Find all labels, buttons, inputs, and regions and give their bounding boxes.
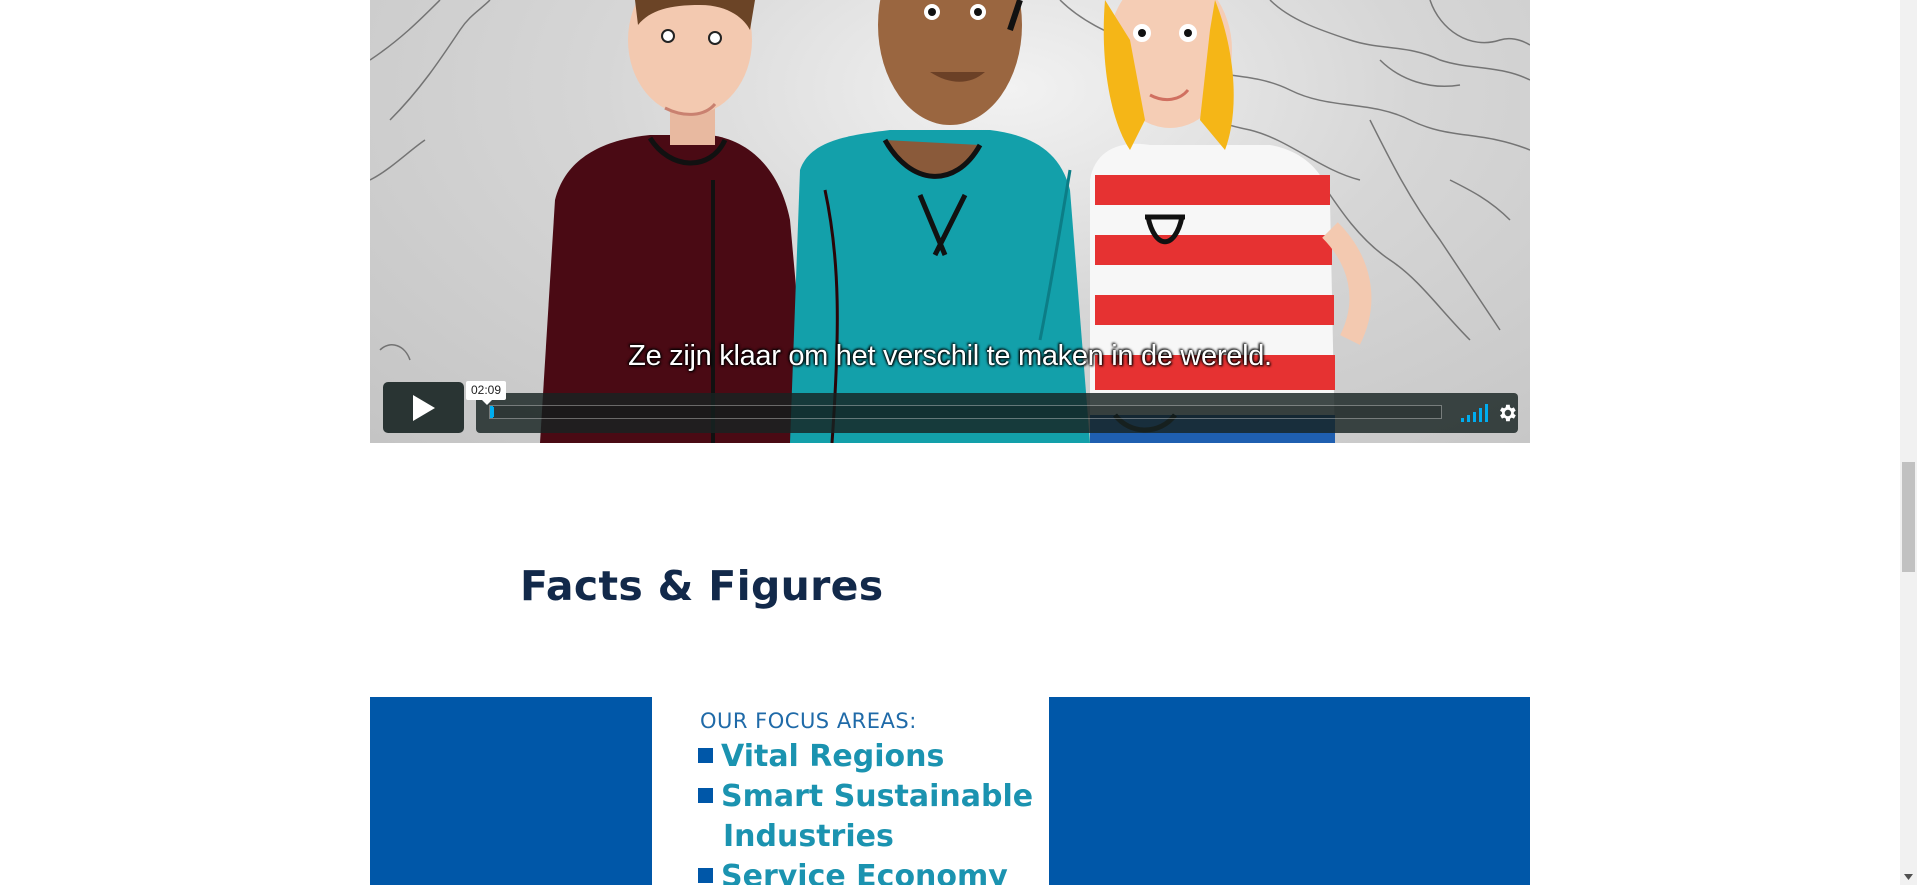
scroll-down-arrow-icon[interactable] [1900,868,1917,885]
volume-icon[interactable] [1460,403,1492,423]
time-tooltip: 02:09 [466,381,507,405]
focus-item-label: Service Economy [721,859,1008,885]
section-title: Facts & Figures [520,562,884,610]
progress-handle[interactable] [492,407,494,417]
video-frame-illustration [370,0,1530,443]
video-subtitle: Ze zijn klaar om het verschil te maken i… [628,340,1272,372]
focus-areas-banner: OUR FOCUS AREAS: Vital Regions Smart Sus… [370,697,1530,885]
scrollbar-thumb[interactable] [1902,462,1915,572]
page-scrollbar[interactable] [1900,0,1917,885]
focus-item: Vital Regions [698,737,944,777]
square-bullet-icon [698,788,713,803]
focus-item: Smart Sustainable [698,777,1033,817]
focus-item-label: Smart Sustainable [721,779,1034,814]
focus-areas-card: OUR FOCUS AREAS: Vital Regions Smart Sus… [652,697,1049,885]
square-bullet-icon [698,868,713,883]
focus-item-continuation: Industries [723,817,894,857]
focus-item: Service Economy [698,857,1008,885]
focus-item-label: Vital Regions [721,739,945,774]
play-icon [412,394,435,421]
play-button[interactable] [383,382,464,433]
progress-bar[interactable] [489,405,1442,419]
focus-item-label: Industries [723,819,894,854]
video-controls-bar [476,393,1518,433]
square-bullet-icon [698,748,713,763]
video-player[interactable]: Ze zijn klaar om het verschil te maken i… [370,0,1530,443]
gear-icon[interactable] [1496,402,1518,424]
focus-areas-heading: OUR FOCUS AREAS: [700,709,917,733]
